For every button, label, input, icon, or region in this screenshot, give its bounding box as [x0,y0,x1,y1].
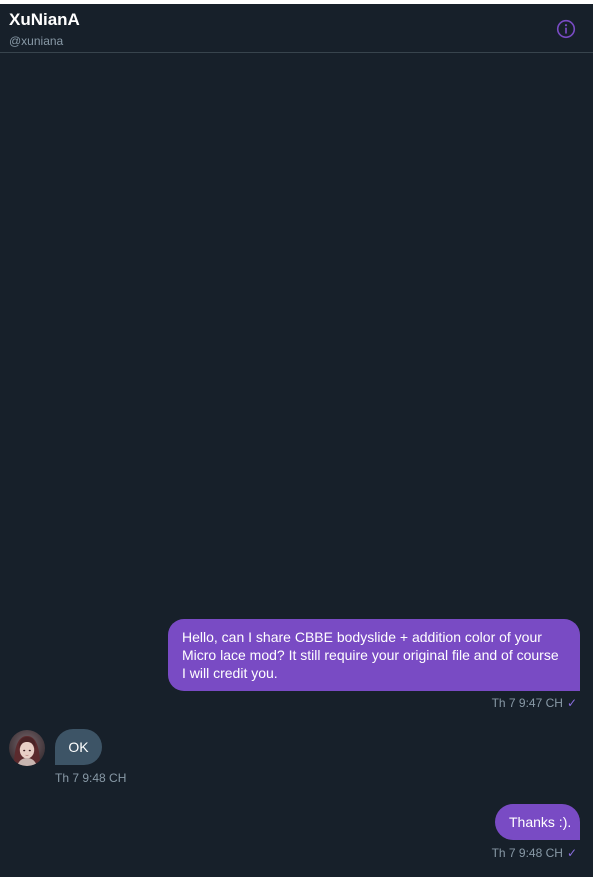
conversation-title: XuNianA [9,10,80,29]
avatar[interactable] [9,730,45,766]
info-button[interactable] [556,19,576,39]
conversation-window: XuNianA @xuniana Hello, can I share CBBE… [0,4,593,877]
message-bubble-incoming[interactable]: OK [55,729,102,765]
check-icon: ✓ [566,696,577,710]
conversation-header: XuNianA @xuniana [0,4,593,53]
message-bubble-outgoing[interactable]: Hello, can I share CBBE bodyslide + addi… [168,619,580,691]
message-time: Th 7 9:47 CH [491,696,563,710]
info-circle-icon [556,19,576,39]
message-timestamp: Th 7 9:47 CH ✓ [492,696,577,710]
message-bubble-outgoing[interactable]: Thanks :). [495,804,580,840]
message-timestamp: Th 7 9:48 CH ✓ [492,846,577,860]
check-icon: ✓ [566,846,577,860]
conversation-handle: @xuniana [9,34,64,48]
message-timestamp: Th 7 9:48 CH [55,771,127,785]
message-time: Th 7 9:48 CH [491,846,563,860]
